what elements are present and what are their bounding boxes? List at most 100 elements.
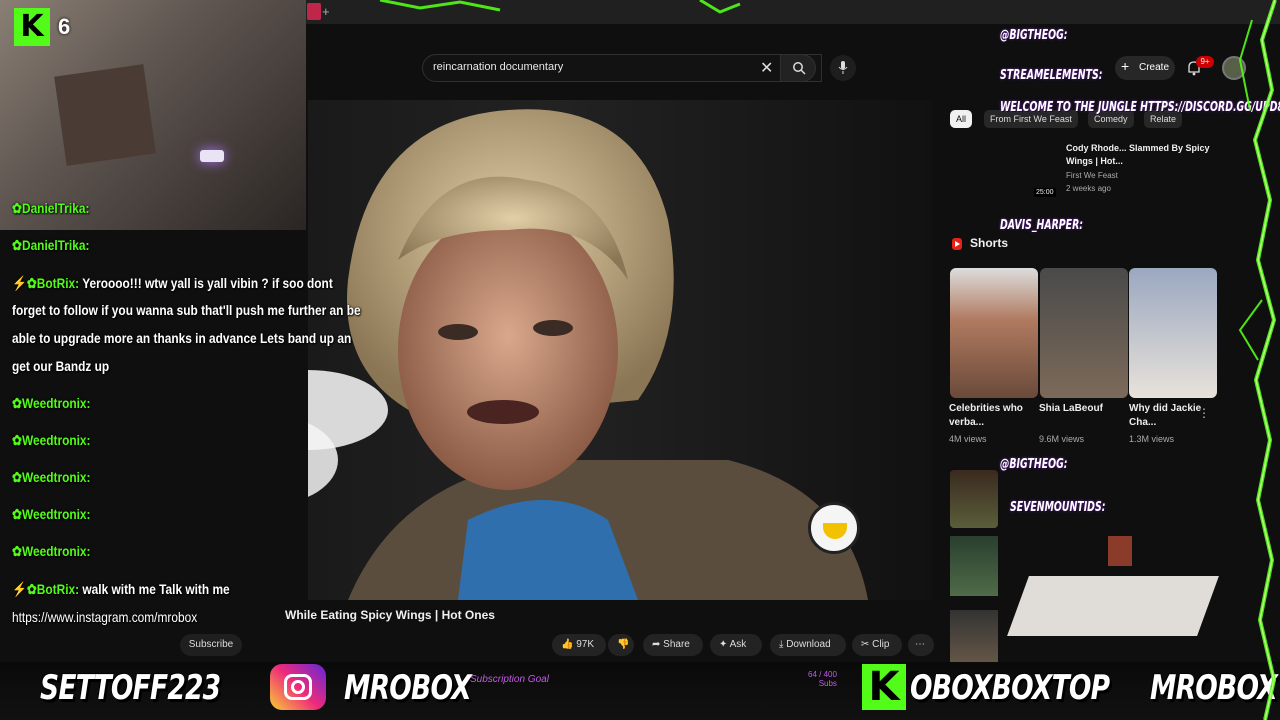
- video-player[interactable]: [308, 100, 932, 600]
- short-views: 9.6M views: [1039, 434, 1085, 444]
- chat-message-continued: forget to follow if you wanna sub that'l…: [12, 302, 361, 318]
- video-title: While Eating Spicy Wings | Hot Ones: [285, 608, 495, 622]
- chat-link: https://www.instagram.com/mrobox: [12, 609, 198, 625]
- more-actions-button[interactable]: ⋯: [908, 634, 934, 656]
- desk-object: [1108, 536, 1132, 566]
- short-thumbnail[interactable]: [1129, 268, 1217, 398]
- thumbs-up-icon: 👍: [561, 639, 574, 650]
- chat-message-continued: able to upgrade more an thanks in advanc…: [12, 330, 352, 346]
- recommended-thumbnail[interactable]: [950, 536, 998, 596]
- new-tab-button[interactable]: +: [322, 4, 330, 19]
- chat-text: Yeroooo!!! wtw yall is yall vibin ? if s…: [82, 275, 333, 291]
- kick-logo-icon: K: [862, 664, 906, 710]
- chat-message: ✿Weedtronix:: [12, 469, 91, 485]
- chat-username: Weedtronix:: [21, 469, 91, 485]
- instagram-icon: [270, 664, 326, 710]
- subscription-goal-count: 64 / 400 Subs: [808, 670, 837, 688]
- subscribe-button[interactable]: Subscribe: [180, 634, 242, 656]
- desk-object: [54, 64, 156, 166]
- banner-handle-instagram: MROBOX: [344, 668, 472, 708]
- download-button[interactable]: ⤓ Download: [770, 634, 846, 656]
- subscription-goal-label: Subscription Goal: [470, 674, 549, 685]
- smoke-cloud: [308, 370, 388, 497]
- chat-message: ✿Weedtronix:: [12, 395, 91, 411]
- chat-username: Weedtronix:: [21, 395, 91, 411]
- video-duration: 25:00: [1034, 188, 1056, 197]
- alert-text: DAVIS_HARPER:: [1000, 218, 1084, 233]
- chat-username: Weedtronix:: [21, 506, 91, 522]
- scissors-icon: ✂: [861, 639, 870, 650]
- short-title[interactable]: Celebrities who verba...: [949, 402, 1033, 430]
- sub-count-unit: Subs: [818, 679, 837, 688]
- sparkle-icon: ✦: [719, 639, 728, 650]
- download-icon: ⤓: [779, 639, 784, 650]
- shorts-heading: Shorts: [970, 236, 1009, 250]
- thumbs-down-icon: 👎: [617, 639, 630, 650]
- like-button[interactable]: 👍 97K: [552, 634, 606, 656]
- chat-username: BotRix:: [36, 581, 80, 597]
- download-label: Download: [786, 639, 831, 650]
- desk-surface: [1007, 576, 1219, 636]
- banner-handle-tiktok: MROBOX: [1150, 668, 1278, 708]
- like-count: 97K: [576, 639, 595, 650]
- banner-handle-kick: OBOXBOXTOP: [910, 668, 1110, 708]
- browser-tab[interactable]: [307, 3, 321, 20]
- chat-username: DanielTrika:: [21, 237, 90, 253]
- search-icon: [793, 62, 806, 75]
- chip-all[interactable]: All: [950, 110, 973, 128]
- recommended-meta: 2 weeks ago: [1066, 184, 1111, 193]
- chat-username: DanielTrika:: [21, 200, 90, 216]
- chat-message: ✿Weedtronix:: [12, 543, 91, 559]
- streamer-webcam-right: [998, 466, 1228, 678]
- kick-logo-icon: K: [14, 8, 50, 46]
- short-thumbnail[interactable]: [1040, 268, 1128, 398]
- share-icon: ➦: [652, 639, 661, 650]
- sub-count-value: 64 / 400: [808, 670, 837, 679]
- alert-text: SEVENMOUNTIDS:: [1010, 500, 1106, 515]
- clip-button[interactable]: ✂ Clip: [852, 634, 902, 656]
- recommended-title[interactable]: Cody Rhode... Slammed By Spicy Wings | H…: [1066, 142, 1216, 168]
- recommended-channel[interactable]: First We Feast: [1066, 171, 1118, 180]
- chat-username: Weedtronix:: [21, 432, 91, 448]
- clip-label: Clip: [872, 639, 890, 650]
- alert-text: @BIGTHEOG:: [1000, 28, 1068, 43]
- short-title[interactable]: Shia LaBeouf: [1039, 402, 1123, 416]
- recommended-thumbnail[interactable]: 25:00: [950, 138, 1062, 202]
- chat-message: ⚡✿BotRix: Yeroooo!!! wtw yall is yall vi…: [12, 275, 333, 291]
- light-object: [200, 150, 224, 162]
- recommended-thumbnail[interactable]: [950, 470, 998, 528]
- chat-message: ✿Weedtronix:: [12, 432, 91, 448]
- viewer-count: 6: [58, 14, 71, 39]
- ask-label: Ask: [729, 639, 747, 650]
- chat-text: walk with me Talk with me: [82, 581, 230, 597]
- hot-ones-logo-icon: [808, 502, 860, 554]
- share-label: Share: [663, 639, 690, 650]
- ask-button[interactable]: ✦ Ask: [710, 634, 762, 656]
- search-query[interactable]: reincarnation documentary: [433, 61, 563, 73]
- alert-text: WELCOME TO THE JUNGLE HTTPS://DISCORD.GG…: [1000, 100, 1280, 115]
- voice-search-button[interactable]: [830, 55, 856, 81]
- short-views: 4M views: [949, 434, 987, 444]
- banner-handle-playstation: SETTOFF223: [40, 668, 221, 708]
- recommended-thumbnail[interactable]: [950, 610, 998, 670]
- chat-username: BotRix:: [36, 275, 80, 291]
- share-button[interactable]: ➦ Share: [643, 634, 703, 656]
- browser-tab-strip: [300, 0, 1280, 24]
- plus-icon: +: [1121, 58, 1130, 74]
- notification-count-badge: 9+: [1196, 56, 1214, 68]
- chat-message-continued: get our Bandz up: [12, 358, 110, 374]
- short-more-icon[interactable]: ⋮: [1198, 406, 1210, 420]
- alert-text: STREAMELEMENTS:: [1000, 68, 1103, 83]
- clear-search-icon[interactable]: ✕: [760, 58, 773, 78]
- chat-message: ✿Weedtronix:: [12, 506, 91, 522]
- shorts-icon: [952, 238, 962, 250]
- alert-text: @BIGTHEOG:: [1000, 457, 1068, 472]
- account-avatar[interactable]: [1222, 56, 1246, 80]
- microphone-icon: [838, 61, 848, 74]
- dislike-button[interactable]: 👎: [608, 634, 634, 656]
- chat-message: ✿DanielTrika:: [12, 200, 90, 216]
- chat-username: Weedtronix:: [21, 543, 91, 559]
- search-button[interactable]: [780, 54, 816, 82]
- chat-message: ⚡✿BotRix: walk with me Talk with me: [12, 581, 230, 597]
- short-thumbnail[interactable]: [950, 268, 1038, 398]
